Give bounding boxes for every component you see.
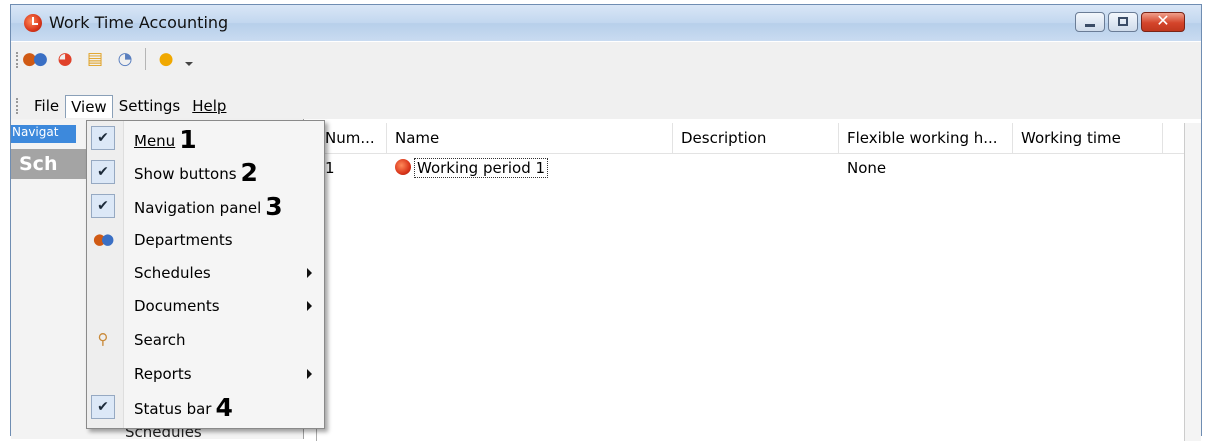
departments-icon[interactable]: ● ● — [22, 47, 48, 71]
departments-icon: ●● — [93, 230, 115, 248]
window-title: Work Time Accounting — [49, 13, 229, 32]
clock-icon — [24, 14, 42, 32]
menu-item-reports[interactable]: Reports — [87, 358, 324, 390]
menu-item-search[interactable]: ⚲ Search — [87, 324, 324, 356]
maximize-button[interactable] — [1108, 12, 1138, 32]
search-icon: ⚲ — [97, 330, 109, 348]
column-header-num[interactable]: Num... — [317, 123, 387, 153]
menu-item-schedules[interactable]: Schedules — [87, 257, 324, 289]
column-header-working-time[interactable]: Working time — [1013, 123, 1163, 153]
checkmark-icon: ✔ — [91, 194, 115, 218]
menu-view[interactable]: View — [65, 94, 113, 118]
documents-icon[interactable]: ▤ — [83, 47, 107, 71]
reports-icon[interactable]: ◔ — [113, 47, 137, 71]
schedules-icon[interactable]: ◕ — [53, 47, 77, 71]
menu-item-show-buttons[interactable]: ✔ Show buttons 2 — [87, 156, 324, 188]
submenu-arrow-icon — [307, 369, 312, 379]
close-button[interactable]: ✕ — [1141, 11, 1185, 32]
annotation-number: 1 — [179, 125, 197, 154]
column-header-flexible[interactable]: Flexible working h... — [839, 123, 1013, 153]
clock-icon — [395, 159, 411, 175]
menu-bar: File View Settings Help — [11, 93, 1201, 119]
toolbar-overflow-button[interactable] — [184, 48, 194, 70]
annotation-number: 3 — [265, 192, 283, 221]
menu-item-label: Menu — [134, 132, 176, 150]
menu-item-departments[interactable]: ●● Departments — [87, 224, 324, 256]
vertical-scrollbar[interactable] — [1184, 123, 1201, 441]
annotation-number: 4 — [215, 393, 233, 422]
menu-item-status-bar[interactable]: ✔ Status bar 4 — [87, 391, 324, 423]
grid-header: Num... Name Description Flexible working… — [317, 123, 1185, 154]
view-menu-dropdown: ✔ Menu 1 ✔ Show buttons 2 ✔ Navigation pan… — [86, 120, 325, 429]
toolbar: ● ● ◕ ▤ ◔ ● — [11, 42, 1201, 94]
checkmark-icon: ✔ — [91, 126, 115, 150]
toolbar-grip[interactable] — [16, 52, 20, 68]
cell-num: 1 — [325, 159, 335, 177]
minimize-icon — [1085, 24, 1095, 27]
menu-item-label: Reports — [134, 365, 192, 383]
menu-item-label: Navigation panel — [134, 199, 262, 217]
column-header-description[interactable]: Description — [673, 123, 839, 153]
menu-file[interactable]: File — [28, 94, 65, 118]
menu-settings[interactable]: Settings — [113, 94, 187, 118]
menu-item-label: Schedules — [134, 264, 211, 282]
menu-help[interactable]: Help — [186, 94, 232, 118]
app-window: Work Time Accounting ✕ ● ● ◕ ▤ ◔ ● File V… — [10, 4, 1202, 441]
menu-item-navigation-panel[interactable]: ✔ Navigation panel 3 — [87, 190, 324, 222]
cell-flexible: None — [847, 159, 887, 177]
minimize-button[interactable] — [1075, 12, 1105, 32]
schedules-grid: Num... Name Description Flexible working… — [316, 123, 1185, 441]
menu-item-label: Status bar — [134, 400, 212, 418]
maximize-icon — [1118, 17, 1128, 26]
annotation-number: 2 — [240, 158, 258, 187]
cell-description — [673, 154, 839, 182]
menu-item-label: Documents — [134, 297, 220, 315]
table-row[interactable]: 1 Working period 1 None — [317, 154, 1185, 182]
cell-working-time — [1013, 154, 1163, 182]
submenu-arrow-icon — [307, 301, 312, 311]
navigation-section-title[interactable]: Sch — [11, 149, 89, 179]
cell-name-text: Working period 1 — [414, 158, 549, 178]
submenu-arrow-icon — [307, 268, 312, 278]
cell-name: Working period 1 — [387, 154, 673, 182]
menu-item-documents[interactable]: Documents — [87, 290, 324, 322]
navigation-header: Navigat — [11, 125, 76, 143]
menu-item-label: Search — [134, 331, 186, 349]
title-bar[interactable]: Work Time Accounting ✕ — [11, 5, 1201, 41]
menubar-grip[interactable] — [16, 98, 20, 114]
menu-item-menu[interactable]: ✔ Menu 1 — [87, 122, 324, 154]
toolbar-separator — [145, 48, 146, 70]
column-header-name[interactable]: Name — [387, 123, 673, 153]
checkmark-icon: ✔ — [91, 160, 115, 184]
feedback-icon[interactable]: ● — [154, 47, 178, 71]
menu-item-label: Show buttons — [134, 165, 237, 183]
checkmark-icon: ✔ — [91, 395, 115, 419]
menu-item-label: Departments — [134, 231, 233, 249]
close-icon: ✕ — [1156, 11, 1170, 30]
